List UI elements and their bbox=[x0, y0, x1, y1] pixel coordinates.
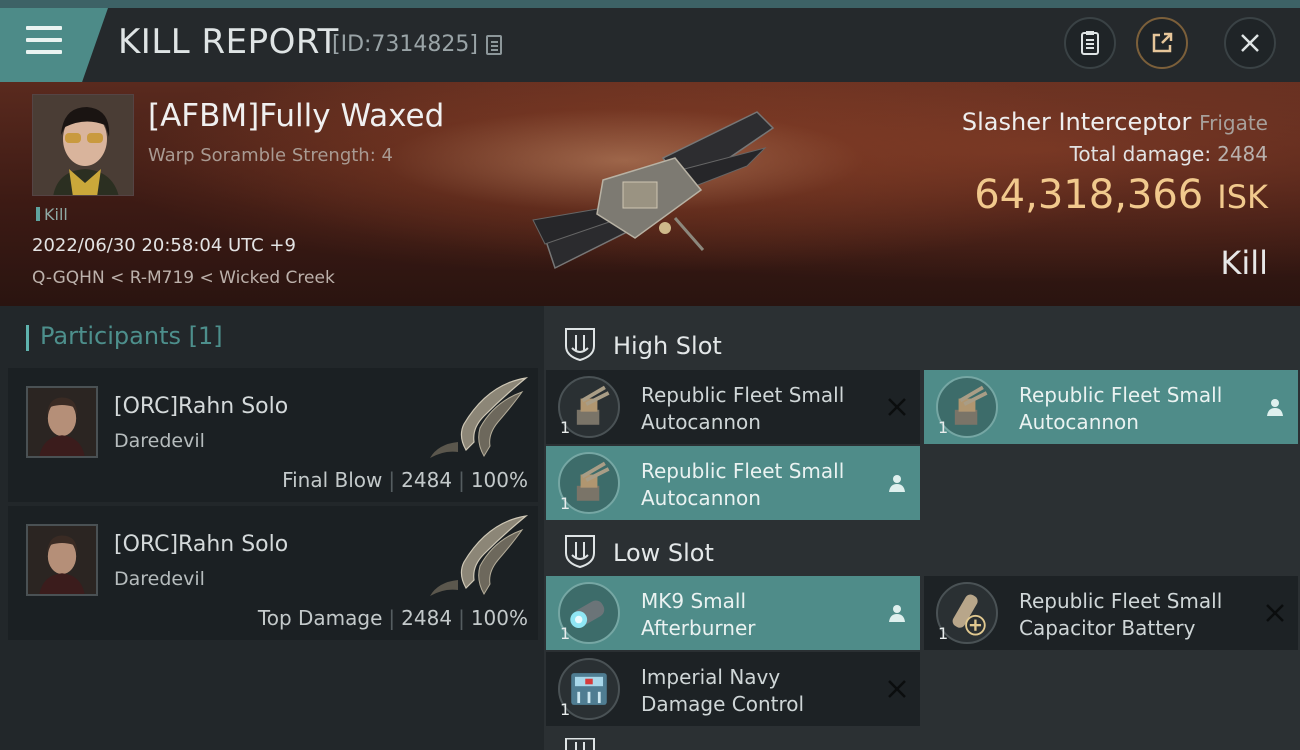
participant-avatar[interactable] bbox=[26, 386, 98, 458]
victim-ship-render bbox=[532, 111, 775, 270]
dropped-person-icon bbox=[889, 605, 905, 622]
module-name-line1: Republic Fleet Small bbox=[1019, 383, 1223, 407]
module-name-line2: Afterburner bbox=[641, 616, 756, 640]
mid-slot-icon bbox=[565, 738, 595, 750]
victim-portrait-image bbox=[33, 95, 133, 195]
module-name-line1: Imperial Navy bbox=[641, 665, 781, 689]
module-name-line2: Capacitor Battery bbox=[1019, 616, 1196, 640]
close-button[interactable] bbox=[1224, 17, 1276, 69]
module-name: Republic Fleet Small Capacitor Battery bbox=[1019, 588, 1222, 642]
module-name: Republic Fleet Small Autocannon bbox=[641, 382, 844, 436]
module-quantity: 1 bbox=[560, 624, 571, 643]
close-icon bbox=[1241, 34, 1259, 52]
module-name-line2: Autocannon bbox=[641, 486, 761, 510]
participant-percent: 100% bbox=[470, 606, 528, 630]
share-button[interactable] bbox=[1136, 17, 1188, 69]
daredevil-ship-render bbox=[430, 515, 529, 596]
kill-tag-marker bbox=[36, 207, 40, 221]
total-damage: Total damage: 2484 bbox=[1070, 142, 1268, 166]
isk-unit: ISK bbox=[1217, 178, 1268, 216]
participant-role: Top Damage bbox=[257, 606, 383, 630]
module-low-3[interactable]: 1 Imperial Navy Damage Control bbox=[546, 652, 920, 726]
module-name-line2: Autocannon bbox=[641, 410, 761, 434]
kill-result-label: Kill bbox=[1220, 244, 1268, 282]
participants-title: Participants [1] bbox=[26, 322, 223, 351]
participants-count: [1] bbox=[188, 322, 223, 350]
ship-name-label: Slasher Interceptor bbox=[961, 108, 1192, 136]
low-slot-label: Low Slot bbox=[613, 539, 714, 567]
destroyed-icon bbox=[1266, 604, 1284, 622]
module-name-line2: Autocannon bbox=[1019, 410, 1139, 434]
kill-datetime: 2022/06/30 20:58:04 UTC +9 bbox=[32, 235, 296, 256]
share-icon bbox=[1152, 32, 1173, 53]
kill-id: [ID:7314825] bbox=[332, 32, 478, 57]
copy-id-icon[interactable] bbox=[486, 35, 502, 55]
daredevil-ship-render bbox=[430, 377, 529, 458]
clipboard-button[interactable] bbox=[1064, 17, 1116, 69]
participant-avatar[interactable] bbox=[26, 524, 98, 596]
participant-stats: Final Blow | 2484 | 100% bbox=[282, 468, 528, 492]
module-name-line1: MK9 Small bbox=[641, 589, 746, 613]
participant-name[interactable]: [ORC]Rahn Solo bbox=[114, 532, 288, 557]
low-slot-header: Low Slot bbox=[548, 521, 1300, 577]
participant-name[interactable]: [ORC]Rahn Solo bbox=[114, 394, 288, 419]
total-damage-label: Total damage: bbox=[1069, 142, 1212, 166]
module-quantity: 1 bbox=[560, 700, 571, 719]
participant-ship: Daredevil bbox=[114, 430, 205, 452]
destroyed-icon bbox=[888, 398, 906, 416]
victim-ship-name[interactable]: Slasher Interceptor Frigate bbox=[962, 108, 1268, 136]
module-name: Imperial Navy Damage Control bbox=[641, 664, 804, 718]
module-name: MK9 Small Afterburner bbox=[641, 588, 755, 642]
header-top-stripe bbox=[0, 0, 1300, 8]
participant-damage: 2484 bbox=[401, 606, 453, 630]
victim-portrait[interactable] bbox=[32, 94, 134, 196]
kill-tag: Kill bbox=[36, 205, 68, 224]
participant-role: Final Blow bbox=[282, 468, 383, 492]
hamburger-icon[interactable] bbox=[26, 26, 62, 54]
dropped-person-icon bbox=[1267, 399, 1283, 416]
module-low-2[interactable]: 1 Republic Fleet Small Capacitor Battery bbox=[924, 576, 1298, 650]
participant-damage: 2484 bbox=[401, 468, 453, 492]
kill-location[interactable]: Q-GQHN < R-M719 < Wicked Creek bbox=[32, 268, 335, 288]
module-name: Republic Fleet Small Autocannon bbox=[1019, 382, 1222, 436]
participants-title-text: Participants bbox=[40, 322, 181, 350]
module-quantity: 1 bbox=[560, 494, 571, 513]
module-quantity: 1 bbox=[938, 418, 949, 437]
module-name-line1: Republic Fleet Small bbox=[641, 383, 845, 407]
clipboard-icon bbox=[1081, 31, 1099, 55]
total-damage-value: 2484 bbox=[1217, 142, 1268, 166]
module-name-line1: Republic Fleet Small bbox=[641, 459, 845, 483]
participant-card-top-damage[interactable]: [ORC]Rahn Solo Daredevil Top Damage | 2484… bbox=[8, 506, 538, 640]
low-slot-icon bbox=[565, 535, 595, 569]
module-name-line1: Republic Fleet Small bbox=[1019, 589, 1223, 613]
next-slot-header-partial bbox=[548, 736, 748, 750]
participant-stats: Top Damage | 2484 | 100% bbox=[257, 606, 528, 630]
participant-percent: 100% bbox=[470, 468, 528, 492]
participant-ship: Daredevil bbox=[114, 568, 205, 590]
module-name: Republic Fleet Small Autocannon bbox=[641, 458, 844, 512]
destroyed-icon bbox=[888, 680, 906, 698]
page-title: KILL REPORT bbox=[118, 22, 339, 62]
module-high-1[interactable]: 1 Republic Fleet Small Autocannon bbox=[546, 370, 920, 444]
module-low-1[interactable]: 1 MK9 Small Afterburner bbox=[546, 576, 920, 650]
module-quantity: 1 bbox=[560, 418, 571, 437]
dropped-person-icon bbox=[889, 475, 905, 492]
high-slot-header: High Slot bbox=[548, 314, 1300, 370]
victim-name[interactable]: [AFBM]Fully Waxed bbox=[148, 98, 444, 134]
ship-class: Frigate bbox=[1199, 111, 1268, 135]
module-high-2[interactable]: 1 Republic Fleet Small Autocannon bbox=[924, 370, 1298, 444]
module-high-3[interactable]: 1 Republic Fleet Small Autocannon bbox=[546, 446, 920, 520]
warp-scramble-strength: Warp Soramble Strength: 4 bbox=[148, 145, 393, 166]
module-quantity: 1 bbox=[938, 624, 949, 643]
high-slot-icon bbox=[565, 328, 595, 362]
high-slot-label: High Slot bbox=[613, 332, 722, 360]
isk-amount: 64,318,366 bbox=[974, 172, 1204, 218]
module-name-line2: Damage Control bbox=[641, 692, 805, 716]
participant-card-final-blow[interactable]: [ORC]Rahn Solo Daredevil Final Blow | 2484… bbox=[8, 368, 538, 502]
isk-value: 64,318,366 ISK bbox=[974, 172, 1268, 218]
kill-tag-label: Kill bbox=[44, 205, 68, 224]
